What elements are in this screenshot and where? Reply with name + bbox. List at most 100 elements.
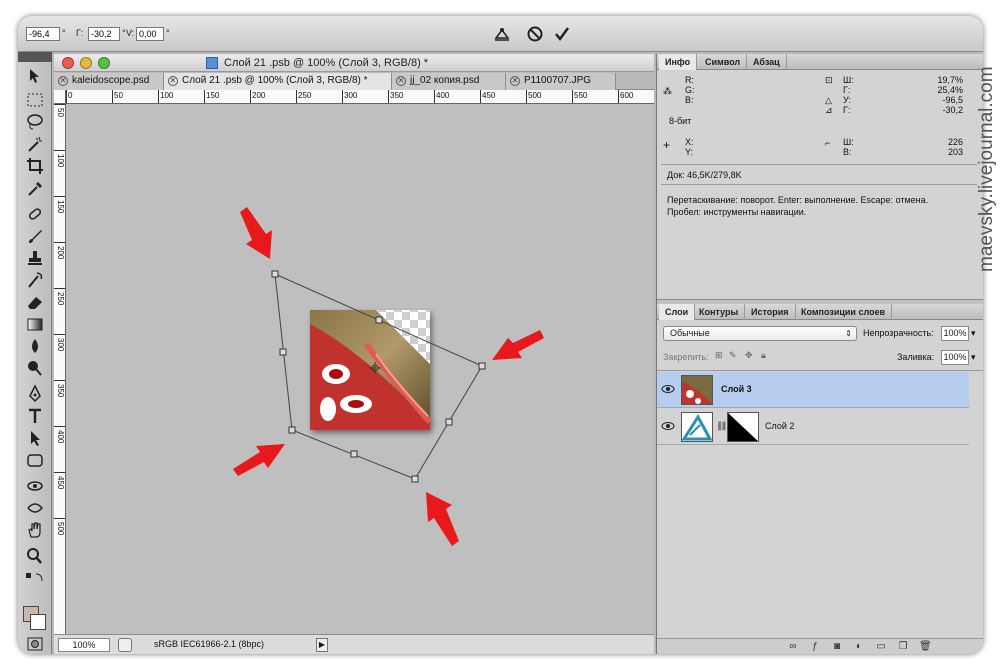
tab-info[interactable]: Инфо — [659, 54, 698, 70]
opacity-input[interactable]: 100% — [941, 326, 969, 341]
commit-transform-button[interactable] — [553, 25, 571, 43]
3d-rotate-tool-icon[interactable] — [24, 476, 46, 496]
ruler-tick — [572, 90, 573, 103]
tab-layer-21[interactable]: ✕ Слой 21 .psb @ 100% (Слой 3, RGB/8) * — [164, 73, 392, 90]
layer-style-icon[interactable]: ƒ — [809, 641, 821, 653]
lasso-tool-icon[interactable] — [24, 112, 46, 132]
tab-paths[interactable]: Контуры — [693, 304, 746, 320]
layer-name[interactable]: Слой 3 — [721, 384, 752, 394]
layer-name[interactable]: Слой 2 — [765, 421, 794, 431]
swap-colors-icon[interactable] — [24, 568, 46, 582]
close-tab-icon[interactable]: ✕ — [510, 76, 520, 86]
document-size: Док: 46,5K/279,8K — [667, 170, 742, 180]
fill-input[interactable]: 100% — [941, 350, 969, 365]
layer-row-2[interactable]: ⛓ Слой 2 — [657, 409, 969, 445]
tab-kaleidoscope[interactable]: ✕ kaleidoscope.psd — [54, 73, 164, 90]
ruler-tick — [54, 518, 65, 519]
status-menu-icon[interactable] — [118, 638, 132, 652]
ruler-tick-label: 300 — [56, 338, 65, 352]
path-selection-tool-icon[interactable] — [24, 428, 46, 448]
link-layers-icon[interactable]: ∞ — [787, 641, 799, 653]
h-skew-input[interactable]: -30,2 — [88, 27, 120, 41]
zoom-window-button[interactable] — [98, 57, 110, 69]
warp-mode-icon[interactable] — [492, 24, 512, 44]
healing-brush-tool-icon[interactable] — [24, 204, 46, 224]
tab-layers[interactable]: Слои — [659, 304, 696, 320]
magic-wand-tool-icon[interactable] — [24, 134, 46, 154]
3d-orbit-tool-icon[interactable] — [24, 498, 46, 518]
canvas-area[interactable] — [66, 104, 654, 634]
adjustment-layer-icon[interactable]: ◐ — [853, 641, 865, 653]
marquee-tool-icon[interactable] — [24, 90, 46, 110]
dodge-tool-icon[interactable] — [24, 358, 46, 378]
lock-all-icon[interactable]: 🔒︎ — [761, 350, 766, 361]
opacity-dropdown-icon[interactable]: ▾ — [971, 328, 976, 339]
close-tab-icon[interactable]: ✕ — [58, 76, 68, 86]
lock-transparency-icon[interactable]: ⊞ — [715, 350, 723, 361]
visibility-eye-icon[interactable] — [661, 419, 675, 433]
tab-jj02[interactable]: ✕ jj_02 копия.psd — [392, 73, 506, 90]
mask-link-icon[interactable]: ⛓ — [716, 421, 727, 432]
ruler-tick-label: 400 — [56, 430, 65, 444]
tab-history[interactable]: История — [745, 304, 796, 320]
layer-row-3[interactable]: Слой 3 — [657, 372, 969, 408]
hand-tool-icon[interactable] — [24, 520, 46, 540]
toolbox — [18, 52, 52, 654]
w2-label: Ш: — [843, 137, 854, 147]
ruler-tick-label: 100 — [56, 154, 65, 168]
rotate-angle-input[interactable]: -96,4 — [26, 27, 60, 41]
add-mask-icon[interactable]: ◙ — [831, 641, 843, 653]
background-color-swatch[interactable] — [30, 614, 46, 630]
layers-panel: Обычные ⇕ Непрозрачность: 100% ▾ Закрепи… — [657, 320, 983, 654]
eraser-tool-icon[interactable] — [24, 292, 46, 312]
tab-layer-comps[interactable]: Композиции слоев — [795, 304, 893, 320]
quick-mask-icon[interactable] — [24, 634, 46, 651]
zoom-level-field[interactable]: 100% — [58, 638, 110, 652]
blend-mode-select[interactable]: Обычные ⇕ — [663, 326, 857, 341]
eyedropper-tool-icon[interactable] — [24, 178, 46, 198]
delete-layer-icon[interactable]: 🗑︎ — [919, 641, 932, 653]
layer-image — [310, 310, 433, 430]
ruler-tick-label: 0 — [68, 91, 73, 100]
pen-tool-icon[interactable] — [24, 384, 46, 404]
ruler-tick-label: 300 — [344, 91, 358, 100]
tab-character[interactable]: Символ — [699, 54, 748, 70]
hint-line-1: Перетаскивание: поворот. Enter: выполнен… — [667, 195, 929, 205]
zoom-tool-icon[interactable] — [24, 546, 46, 566]
brush-tool-icon[interactable] — [24, 226, 46, 246]
gradient-tool-icon[interactable] — [24, 314, 46, 334]
crop-tool-icon[interactable] — [24, 156, 46, 176]
close-window-button[interactable] — [62, 57, 74, 69]
fill-dropdown-icon[interactable]: ▾ — [971, 352, 976, 363]
new-group-icon[interactable]: ▭ — [875, 641, 887, 653]
v-skew-label: V: — [126, 28, 135, 38]
move-tool-icon[interactable] — [24, 66, 46, 86]
h-skew-label: Г: — [76, 28, 84, 38]
tab-paragraph[interactable]: Абзац — [747, 54, 787, 70]
lock-label: Закрепить: — [663, 352, 709, 362]
lock-position-icon[interactable]: ✥ — [745, 350, 753, 361]
ruler-origin[interactable] — [54, 90, 66, 104]
cancel-transform-button[interactable] — [526, 25, 544, 43]
close-tab-icon[interactable]: ✕ — [396, 76, 406, 86]
minimize-window-button[interactable] — [80, 57, 92, 69]
shape-tool-icon[interactable] — [24, 450, 46, 470]
ruler-tick-label: 350 — [390, 91, 404, 100]
close-tab-icon[interactable]: ✕ — [168, 76, 178, 86]
status-expand-arrow-icon[interactable]: ▶ — [316, 638, 328, 652]
layer-mask-thumbnail[interactable] — [727, 412, 759, 442]
lock-pixels-icon[interactable]: ✎ — [729, 350, 737, 361]
clone-stamp-tool-icon[interactable] — [24, 248, 46, 268]
type-tool-icon[interactable] — [24, 406, 46, 426]
visibility-eye-icon[interactable] — [661, 382, 675, 396]
history-brush-tool-icon[interactable] — [24, 270, 46, 290]
ruler-tick — [54, 472, 65, 473]
new-layer-icon[interactable]: ❐ — [897, 641, 909, 653]
tab-p1100707[interactable]: ✕ P1100707.JPG — [506, 73, 616, 90]
toolbox-grip[interactable] — [18, 52, 52, 62]
blur-tool-icon[interactable] — [24, 336, 46, 356]
horizontal-ruler[interactable]: 0501001502002503003504004505005506006507… — [66, 90, 725, 104]
ruler-tick-label: 200 — [56, 246, 65, 260]
vertical-ruler[interactable]: 50 100 150 200 250 300 350 400 450 500 — [54, 104, 66, 634]
v-skew-input[interactable]: 0,00 — [136, 27, 164, 41]
